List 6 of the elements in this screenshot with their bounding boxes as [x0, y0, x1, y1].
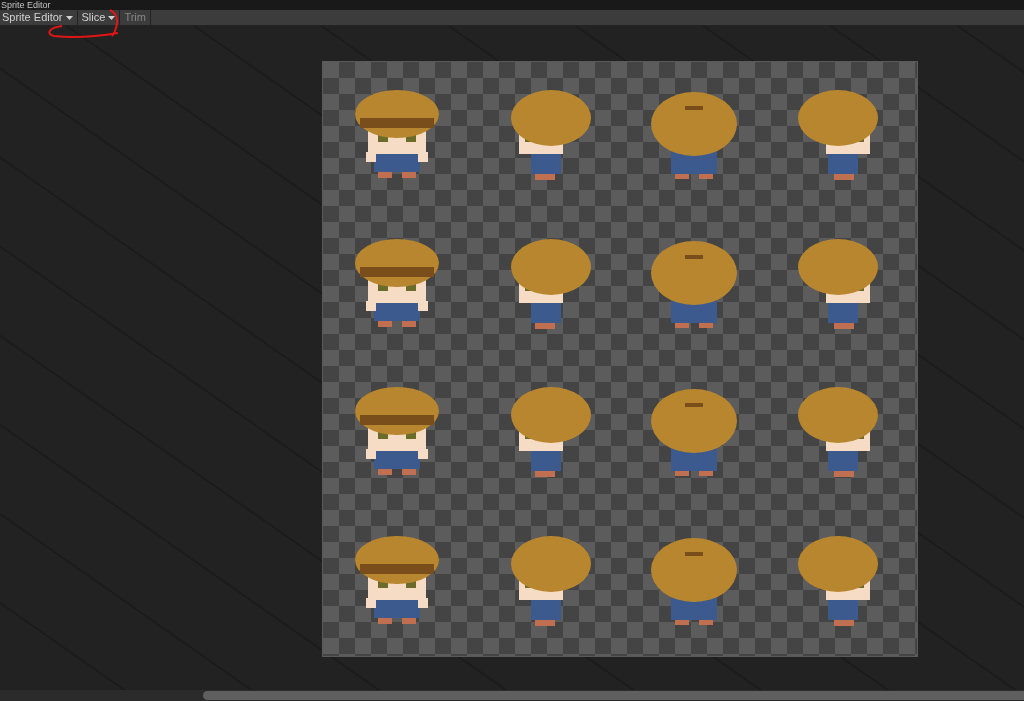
scrollbar-thumb[interactable]	[203, 691, 1024, 700]
caret-icon	[108, 15, 116, 20]
dropdown-button[interactable]: Sprite Editor	[0, 10, 78, 25]
window-title: Sprite Editor	[0, 0, 51, 10]
dropdown-button[interactable]: Slice	[77, 10, 121, 25]
caret-icon	[65, 15, 73, 20]
